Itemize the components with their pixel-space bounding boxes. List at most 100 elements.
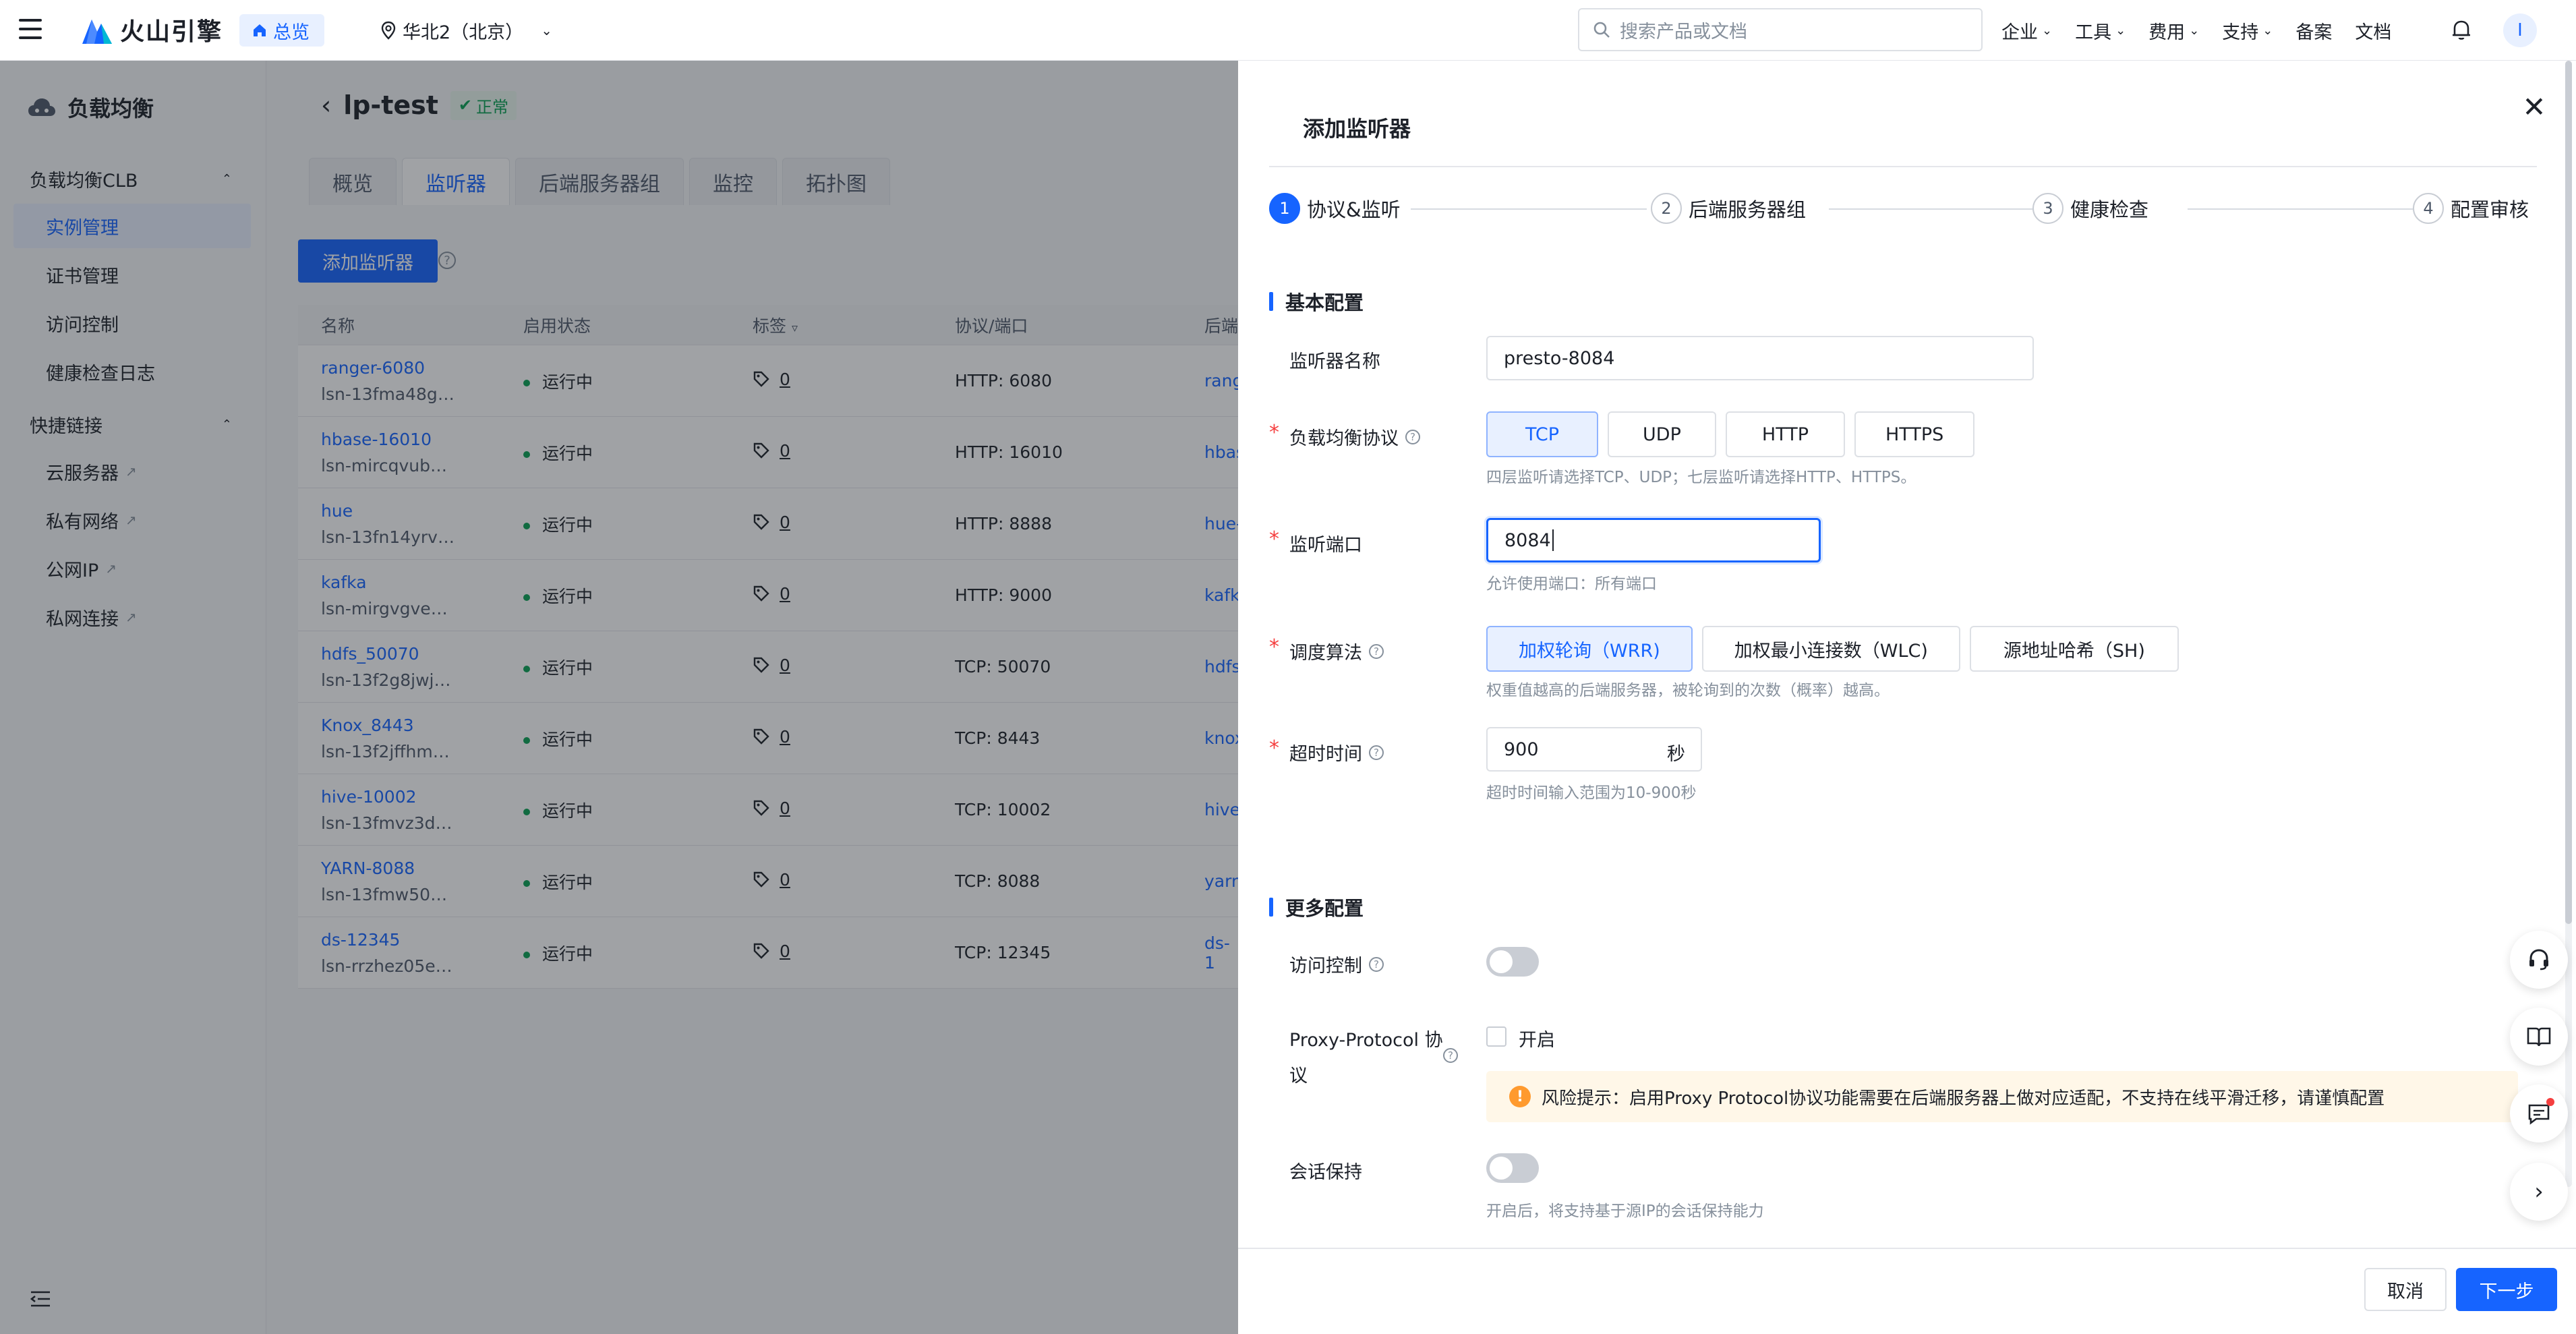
headset-icon [2529, 949, 2548, 970]
algorithm-wlc-button[interactable]: 加权最小连接数（WLC) [1701, 626, 1960, 672]
section-title-text: 基本配置 [1285, 291, 1364, 314]
nav-filing[interactable]: 备案 [2295, 18, 2332, 44]
required-mark: * [1269, 421, 1279, 444]
bell-icon[interactable] [2448, 16, 2475, 43]
algorithm-wrr-button[interactable]: 加权轮询（WRR) [1486, 626, 1693, 672]
top-bar: 火山引擎 总览 华北2（北京） ⌄ 搜索产品或文档 企业 ⌄ 工具 ⌄ 费用 ⌄ 支持… [0, 0, 2576, 61]
nav-docs[interactable]: 文档 [2355, 18, 2391, 44]
text-caret [1552, 529, 1554, 551]
chevron-down-icon: ⌄ [2115, 23, 2126, 38]
nav-label: 文档 [2355, 22, 2392, 43]
proxy-protocol-checkbox[interactable] [1486, 1026, 1506, 1047]
nav-enterprise[interactable]: 企业 ⌄ [2001, 18, 2052, 44]
session-toggle[interactable] [1486, 1153, 1539, 1183]
volcano-logo-icon [82, 20, 112, 44]
timeout-unit: 秒 [1667, 744, 1685, 765]
algorithm-label: 调度算法? [1289, 638, 1384, 664]
port-label: 监听端口 [1289, 530, 1362, 556]
field-label: 超时时间 [1289, 744, 1362, 765]
docs-button[interactable] [2510, 1008, 2568, 1066]
field-label: 调度算法 [1289, 643, 1362, 664]
risk-warning-text: 风险提示：启用Proxy Protocol协议功能需要在后端服务器上做对应适配，… [1542, 1088, 2385, 1109]
chevron-down-icon: ⌄ [2262, 23, 2273, 38]
search-icon [1593, 22, 1610, 38]
chevron-down-icon: ⌄ [2189, 23, 2200, 38]
step-4: 4 配置审核 [2413, 193, 2535, 224]
step-connector [1829, 208, 2051, 210]
help-icon[interactable]: ? [1369, 956, 1384, 972]
overview-button[interactable]: 总览 [239, 14, 324, 47]
help-icon[interactable]: ? [1369, 643, 1384, 659]
search-placeholder: 搜索产品或文档 [1620, 21, 1747, 42]
nav-billing[interactable]: 费用 ⌄ [2148, 18, 2199, 44]
scrollbar-thumb[interactable] [2565, 61, 2572, 924]
algorithm-sh-button[interactable]: 源地址哈希（SH) [1969, 626, 2179, 672]
required-mark: * [1269, 635, 1279, 659]
top-nav: 企业 ⌄ 工具 ⌄ 费用 ⌄ 支持 ⌄ 备案 文档 [2001, 15, 2414, 46]
nav-tools[interactable]: 工具 ⌄ [2075, 18, 2126, 44]
logo[interactable]: 火山引擎 [81, 9, 223, 50]
cancel-button[interactable]: 取消 [2364, 1268, 2447, 1311]
step-connector [1411, 208, 1647, 210]
protocol-hint: 四层监听请选择TCP、UDP；七层监听请选择HTTP、HTTPS。 [1486, 469, 1916, 486]
risk-warning-banner: ! 风险提示：启用Proxy Protocol协议功能需要在后端服务器上做对应适… [1486, 1071, 2518, 1122]
protocol-selector: TCP UDP HTTP HTTPS [1486, 411, 1975, 457]
nav-label: 企业 [2001, 22, 2038, 43]
home-icon [254, 24, 266, 36]
port-input[interactable]: 8084 [1486, 518, 1821, 562]
protocol-label: 负载均衡协议? [1289, 424, 1420, 450]
field-label: 议 [1289, 1066, 1308, 1086]
field-label: 监听端口 [1289, 535, 1362, 556]
field-label: 会话保持 [1289, 1162, 1362, 1183]
field-label: 监听器名称 [1289, 351, 1380, 372]
chevron-right-icon: › [2534, 1178, 2544, 1205]
location-pin-icon [381, 21, 396, 40]
modal-overlay[interactable] [0, 61, 1238, 1334]
customer-service-button[interactable] [2510, 931, 2568, 989]
feedback-button[interactable] [2510, 1084, 2568, 1142]
section-title-text: 更多配置 [1285, 897, 1364, 920]
add-listener-drawer: 添加监听器 ✕ 1 协议&监听 2 后端服务器组 3 健康检查 4 配置审核 基本配置 … [1238, 61, 2576, 1334]
help-icon[interactable]: ? [1443, 1048, 1458, 1063]
step-label: 配置审核 [2451, 198, 2529, 221]
menu-icon[interactable] [19, 19, 42, 39]
drawer-title: 添加监听器 [1303, 116, 1411, 142]
help-icon[interactable]: ? [1369, 745, 1384, 760]
session-label: 会话保持 [1289, 1157, 1362, 1184]
nav-label: 工具 [2075, 22, 2112, 43]
listener-name-input[interactable]: presto-8084 [1486, 336, 2034, 380]
nav-label: 支持 [2222, 22, 2259, 43]
algorithm-hint: 权重值越高的后端服务器，被轮询到的次数（概率）越高。 [1486, 682, 1890, 699]
stepper: 1 协议&监听 2 后端服务器组 3 健康检查 4 配置审核 [1269, 193, 2537, 227]
protocol-tcp-button[interactable]: TCP [1486, 411, 1599, 457]
step-2: 2 后端服务器组 [1651, 193, 1812, 224]
port-hint: 允许使用端口：所有端口 [1486, 575, 1657, 593]
step-connector [2188, 208, 2444, 210]
next-step-button[interactable]: 下一步 [2456, 1268, 2557, 1311]
required-mark: * [1269, 736, 1279, 760]
help-icon[interactable]: ? [1405, 429, 1420, 444]
avatar[interactable]: I [2503, 13, 2537, 47]
protocol-https-button[interactable]: HTTPS [1854, 411, 1975, 457]
expand-button[interactable]: › [2510, 1163, 2568, 1221]
acl-toggle[interactable] [1486, 947, 1539, 977]
nav-support[interactable]: 支持 ⌄ [2222, 18, 2273, 44]
listener-name-label: 监听器名称 [1289, 347, 1380, 373]
required-mark: * [1269, 527, 1279, 551]
step-number: 2 [1651, 193, 1682, 224]
nav-label: 费用 [2148, 22, 2186, 43]
field-label: 负载均衡协议 [1289, 428, 1399, 449]
region-selector[interactable]: 华北2（北京） ⌄ [381, 15, 552, 46]
port-value: 8084 [1504, 529, 1551, 551]
step-3: 3 健康检查 [2032, 193, 2155, 224]
algorithm-selector: 加权轮询（WRR) 加权最小连接数（WLC) 源地址哈希（SH) [1486, 626, 2179, 672]
search-input[interactable]: 搜索产品或文档 [1578, 8, 1983, 51]
proxy-protocol-check-label[interactable]: 开启 [1519, 1025, 1555, 1051]
close-icon[interactable]: ✕ [2518, 90, 2550, 123]
protocol-http-button[interactable]: HTTP [1725, 411, 1845, 457]
protocol-udp-button[interactable]: UDP [1608, 411, 1716, 457]
step-label: 协议&监听 [1307, 198, 1401, 221]
drawer-scrollbar[interactable] [2565, 61, 2572, 1187]
session-hint: 开启后，将支持基于源IP的会话保持能力 [1486, 1202, 1764, 1220]
step-1: 1 协议&监听 [1269, 193, 1406, 224]
